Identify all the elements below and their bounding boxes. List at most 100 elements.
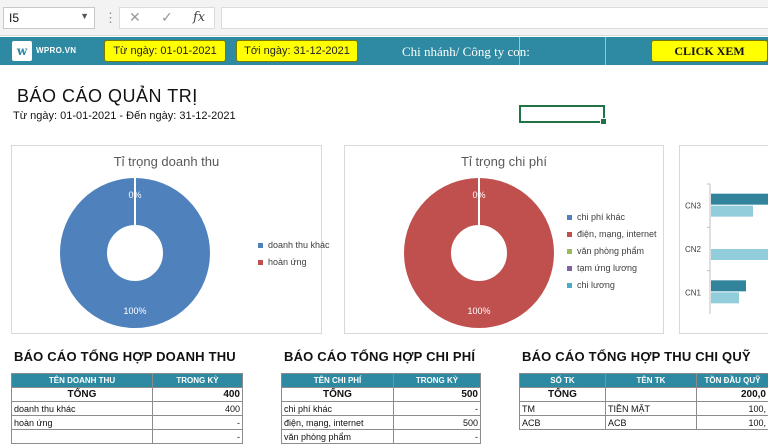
legend-label: doanh thu khác bbox=[268, 240, 330, 250]
legend-swatch bbox=[567, 215, 572, 221]
chevron-down-icon[interactable]: ▼ bbox=[80, 11, 89, 21]
table-row[interactable]: ACB ACB 100, bbox=[519, 415, 768, 430]
column-header: TÊN CHI PHÍ bbox=[281, 373, 394, 388]
table-row[interactable]: chi phí khác - bbox=[281, 401, 481, 416]
table-row[interactable]: doanh thu khác 400 bbox=[11, 401, 243, 416]
formula-input[interactable] bbox=[221, 7, 768, 29]
category-label: CN3 bbox=[685, 202, 702, 211]
legend-swatch bbox=[567, 283, 572, 289]
revenue-legend: doanh thu khác hoàn ứng bbox=[258, 240, 330, 274]
bar[interactable] bbox=[711, 292, 739, 304]
table-cell[interactable]: - bbox=[152, 429, 243, 444]
category-label: CN2 bbox=[685, 245, 702, 254]
table-cell[interactable]: 100, bbox=[696, 401, 768, 416]
column-header: TÊN DOANH THU bbox=[11, 373, 153, 388]
table-cell[interactable] bbox=[11, 429, 153, 444]
table-row[interactable]: - bbox=[11, 429, 243, 444]
bar[interactable] bbox=[711, 280, 746, 292]
bar[interactable] bbox=[711, 249, 768, 260]
expense-summary-title: BÁO CÁO TỔNG HỢP CHI PHÍ bbox=[284, 349, 476, 364]
legend-label: tạm ứng lương bbox=[577, 263, 637, 273]
branch-bar-chart[interactable]: CN3 CN2 CN1 bbox=[679, 145, 768, 334]
table-cell[interactable]: 400 bbox=[152, 401, 243, 416]
table-cell[interactable]: ACB bbox=[605, 415, 697, 430]
table-row[interactable]: TM TIỀN MẶT 100, bbox=[519, 401, 768, 416]
total-value[interactable]: 400 bbox=[152, 387, 243, 402]
total-value[interactable]: 200,0 bbox=[696, 387, 768, 402]
table-header-row: TÊN CHI PHÍ TRONG KỲ bbox=[281, 373, 481, 388]
legend-item: hoàn ứng bbox=[258, 257, 330, 274]
branch-label: Chi nhánh/ Công ty con: bbox=[402, 44, 530, 59]
table-row[interactable]: điện, mạng, internet 500 bbox=[281, 415, 481, 430]
more-options-icon[interactable]: ⋮ bbox=[104, 10, 117, 26]
revenue-pie-chart[interactable]: Tỉ trọng doanh thu 100% 0% doanh thu khác… bbox=[11, 145, 330, 334]
legend-swatch bbox=[258, 243, 263, 249]
bar[interactable] bbox=[711, 205, 753, 217]
table-cell[interactable]: - bbox=[393, 401, 481, 416]
table-cell[interactable]: TIỀN MẶT bbox=[605, 401, 697, 416]
table-cell[interactable] bbox=[605, 387, 697, 402]
legend-label: chi phí khác bbox=[577, 212, 626, 222]
table-header-row: SỐ TK TÊN TK TỒN ĐẦU QUỸ bbox=[519, 373, 768, 388]
column-header: TRONG KỲ bbox=[152, 373, 243, 388]
formula-bar: I5 ▼ ⋮ ✕ ✓ fx bbox=[0, 0, 768, 36]
revenue-table: TÊN DOANH THU TRONG KỲ TỔNG 400 doanh th… bbox=[11, 373, 243, 444]
legend-swatch bbox=[567, 266, 572, 272]
from-date-cell[interactable]: Từ ngày: 01-01-2021 bbox=[104, 40, 226, 62]
legend-label: điện, mạng, internet bbox=[577, 229, 657, 239]
table-cell[interactable]: TM bbox=[519, 401, 606, 416]
total-label[interactable]: TỔNG bbox=[11, 387, 153, 402]
table-cell[interactable]: 100, bbox=[696, 415, 768, 430]
branch-input-cell[interactable] bbox=[519, 37, 605, 65]
legend-item: tạm ứng lương bbox=[567, 263, 657, 280]
logo-text: WPRO.VN bbox=[36, 46, 77, 55]
table-cell[interactable]: hoàn ứng bbox=[11, 415, 153, 430]
expense-pie-chart[interactable]: Tỉ trọng chi phí 100% 0% chi phí khác điện… bbox=[344, 145, 664, 334]
data-label: 0% bbox=[472, 190, 485, 200]
data-label: 100% bbox=[467, 306, 490, 316]
legend-swatch bbox=[567, 249, 572, 255]
column-header: TỒN ĐẦU QUỸ bbox=[696, 373, 768, 388]
legend-swatch bbox=[567, 232, 572, 238]
name-box-value: I5 bbox=[9, 11, 20, 25]
report-title: BÁO CÁO QUẢN TRỊ bbox=[17, 86, 198, 106]
legend-label: hoàn ứng bbox=[268, 257, 307, 267]
report-subtitle: Từ ngày: 01-01-2021 - Đến ngày: 31-12-20… bbox=[13, 110, 236, 122]
total-label[interactable]: TỔNG bbox=[281, 387, 394, 402]
to-date-cell[interactable]: Tới ngày: 31-12-2021 bbox=[236, 40, 358, 62]
legend-item: doanh thu khác bbox=[258, 240, 330, 257]
table-cell[interactable]: điện, mạng, internet bbox=[281, 415, 394, 430]
table-row[interactable]: hoàn ứng - bbox=[11, 415, 243, 430]
legend-swatch bbox=[258, 260, 263, 266]
category-label: CN1 bbox=[685, 288, 702, 297]
data-label: 100% bbox=[123, 306, 146, 316]
selected-cell[interactable] bbox=[519, 105, 607, 125]
table-cell[interactable]: 500 bbox=[393, 415, 481, 430]
table-cell[interactable]: doanh thu khác bbox=[11, 401, 153, 416]
header-cell[interactable] bbox=[605, 37, 651, 65]
logo-icon: w bbox=[12, 41, 32, 61]
insert-function-icon[interactable]: fx bbox=[193, 10, 205, 25]
total-row[interactable]: TỔNG 200,0 bbox=[519, 387, 768, 402]
total-row[interactable]: TỔNG 500 bbox=[281, 387, 481, 402]
click-view-button[interactable]: CLICK XEM bbox=[651, 40, 768, 62]
check-icon[interactable]: ✓ bbox=[161, 9, 173, 26]
table-cell[interactable]: - bbox=[152, 415, 243, 430]
fund-table: SỐ TK TÊN TK TỒN ĐẦU QUỸ TỔNG 200,0 TM T… bbox=[519, 373, 768, 430]
table-cell[interactable]: - bbox=[393, 429, 481, 444]
cancel-icon[interactable]: ✕ bbox=[129, 9, 141, 26]
table-cell[interactable]: ACB bbox=[519, 415, 606, 430]
branch-bar-svg: CN3 CN2 CN1 bbox=[685, 183, 768, 314]
data-label: 0% bbox=[128, 190, 141, 200]
total-label[interactable]: TỔNG bbox=[519, 387, 606, 402]
name-box[interactable]: I5 ▼ bbox=[3, 7, 95, 29]
total-value[interactable]: 500 bbox=[393, 387, 481, 402]
fund-summary-title: BÁO CÁO TỔNG HỢP THU CHI QUỸ bbox=[522, 349, 751, 364]
column-header: TRONG KỲ bbox=[393, 373, 481, 388]
table-row[interactable]: văn phòng phẩm - bbox=[281, 429, 481, 444]
bar[interactable] bbox=[711, 193, 768, 205]
table-cell[interactable]: văn phòng phẩm bbox=[281, 429, 394, 444]
table-cell[interactable]: chi phí khác bbox=[281, 401, 394, 416]
total-row[interactable]: TỔNG 400 bbox=[11, 387, 243, 402]
legend-label: chi lương bbox=[577, 280, 615, 290]
